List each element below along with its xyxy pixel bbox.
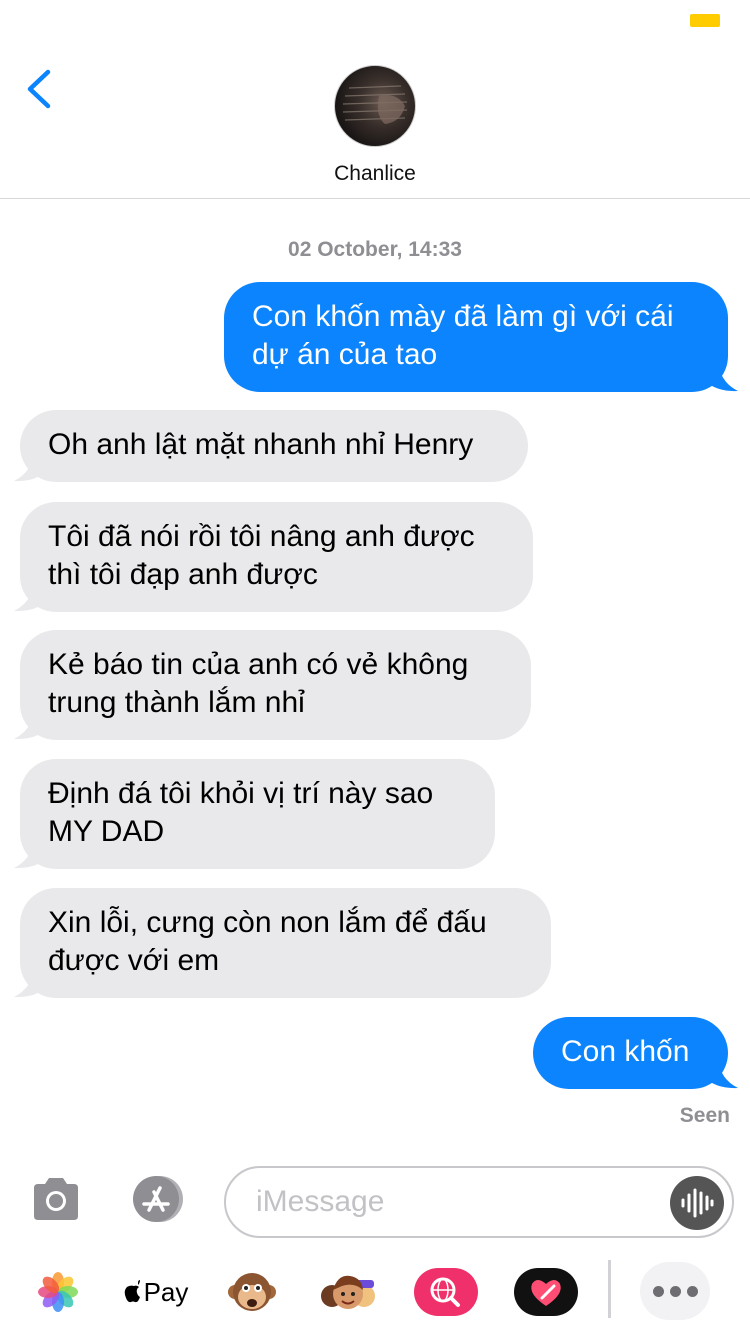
app-store-icon [133,1176,183,1222]
apple-logo-icon [124,1280,140,1303]
message-text-line: MY DAD [48,815,165,848]
message-text-line: Tôi đã nói rồi tôi nâng anh được [48,520,475,553]
web-search-icon [414,1268,478,1316]
message-text-line: được với em [48,944,220,977]
conversation-header: Chanlice [0,0,750,199]
monkey-animoji-icon [228,1273,276,1311]
camera-button[interactable] [30,1176,82,1222]
message-bubble-outgoing[interactable]: Con khốn [533,1017,728,1089]
waveform-icon [681,1188,714,1218]
message-timestamp: 02 October, 14:33 [288,238,462,261]
read-receipt: Seen [679,1104,730,1127]
digital-touch-button[interactable] [514,1264,578,1320]
more-apps-button[interactable] [640,1262,710,1320]
message-text-line: Định đá tôi khỏi vị trí này sao [48,777,434,810]
app-store-button[interactable] [126,1174,188,1224]
apple-pay-button[interactable]: Pay [118,1264,194,1320]
message-text-line: Oh anh lật mặt nhanh nhỉ Henry [48,428,474,461]
app-drawer: Pay [0,1256,750,1326]
message-composer [0,1160,750,1250]
bubble-tail-incoming [14,839,48,869]
camera-icon [34,1178,78,1220]
message-bubble-incoming[interactable]: Xin lỗi, cưng còn non lắm để đấu được vớ… [20,888,551,998]
imessage-input[interactable] [256,1182,656,1222]
contact-avatar[interactable] [334,65,416,147]
message-text-line: Xin lỗi, cưng còn non lắm để đấu [48,906,487,939]
back-button[interactable] [20,64,64,114]
more-icon [650,1285,701,1297]
message-text-line: thì tôi đạp anh được [48,558,318,591]
web-image-search-button[interactable] [414,1264,478,1320]
bubble-tail-incoming [14,710,48,740]
bubble-tail-outgoing [704,1059,738,1089]
avatar-photo [342,85,408,124]
bubble-tail-outgoing [704,362,738,392]
photos-app-button[interactable] [26,1264,90,1320]
apple-pay-label: Pay [143,1276,189,1307]
message-text-line: Con khốn [561,1035,690,1068]
message-bubble-incoming[interactable]: Tôi đã nói rồi tôi nâng anh được thì tôi… [20,502,533,612]
bubble-tail-incoming [14,968,48,998]
message-bubble-outgoing[interactable]: Con khốn mày đã làm gì với cái dự án của… [224,282,728,392]
memoji-icon [321,1275,375,1309]
chevron-left-icon [27,69,51,109]
bubble-tail-incoming [14,582,48,612]
message-text-line: dự án của tao [252,338,438,371]
message-text-line: Con khốn mày đã làm gì với cái [252,300,674,333]
tray-divider [608,1260,611,1318]
message-text-line: trung thành lắm nhỉ [48,686,305,719]
bubble-tail-incoming [14,452,48,482]
animoji-button[interactable] [220,1264,284,1320]
digital-touch-icon [514,1268,578,1316]
message-bubble-incoming[interactable]: Oh anh lật mặt nhanh nhỉ Henry [20,410,528,482]
audio-message-button[interactable] [670,1176,724,1230]
photos-icon [38,1272,78,1312]
contact-name[interactable]: Chanlice [0,162,750,186]
message-bubble-incoming[interactable]: Định đá tôi khỏi vị trí này sao MY DAD [20,759,495,869]
imessage-input-container [224,1166,734,1238]
memoji-button[interactable] [316,1264,380,1320]
message-bubble-incoming[interactable]: Kẻ báo tin của anh có vẻ không trung thà… [20,630,531,740]
message-text-line: Kẻ báo tin của anh có vẻ không [48,648,469,681]
